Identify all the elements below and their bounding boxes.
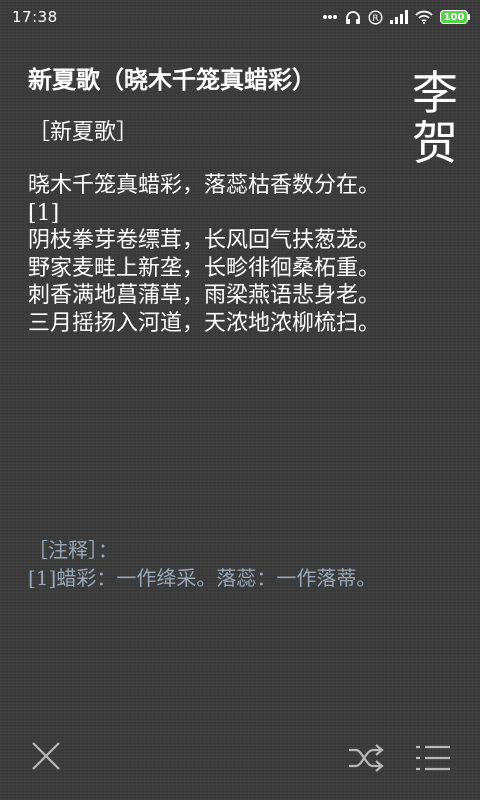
battery-icon: 100 [440, 10, 470, 24]
poem-line: 晓木千笼真蜡彩，落蕊枯香数分在。[1] [28, 173, 381, 226]
wifi-icon [415, 10, 433, 24]
registered-icon: R [368, 9, 383, 25]
notes-section: ［注释］： [1]蜡彩：一作绛采。落蕊：一作落蒂。 [28, 536, 383, 592]
dots-icon [322, 14, 338, 20]
poem-content: 新夏歌（晓木千笼真蜡彩） ［新夏歌］ 晓木千笼真蜡彩，落蕊枯香数分在。[1] 阴… [28, 64, 383, 337]
poem-line: 阴枝拳芽卷缥茸，长风回气扶葱茏。 [28, 228, 381, 253]
list-menu-icon [416, 745, 450, 771]
battery-level: 100 [440, 10, 468, 24]
list-menu-button[interactable] [412, 738, 454, 778]
shuffle-icon [349, 744, 384, 772]
signal-icon [390, 10, 408, 24]
close-icon [32, 742, 60, 770]
note-item: [1]蜡彩：一作绛采。落蕊：一作落蒂。 [28, 566, 377, 590]
svg-text:R: R [372, 14, 378, 24]
author-name: 李贺 [412, 66, 458, 170]
notes-label: ［注释］： [28, 538, 118, 562]
poem-line: 三月摇扬入河道，天浓地浓柳梳扫。 [28, 310, 381, 336]
poem-body: 晓木千笼真蜡彩，落蕊枯香数分在。[1] 阴枝拳芽卷缥茸，长风回气扶葱茏。 野家麦… [28, 172, 383, 337]
poem-section-label: ［新夏歌］ [28, 120, 139, 145]
shuffle-button[interactable] [346, 738, 386, 778]
close-button[interactable] [26, 736, 66, 776]
poem-title: 新夏歌（晓木千笼真蜡彩） [28, 65, 316, 94]
poem-line: 刺香满地菖蒲草，雨梁燕语悲身老。 [28, 283, 381, 308]
status-bar: 17:38 R 100 [0, 0, 480, 34]
headphones-icon [345, 10, 361, 25]
status-icons: R 100 [322, 9, 470, 25]
poem-line: 野家麦畦上新垄，长畛徘徊桑柘重。 [28, 255, 381, 281]
status-time: 17:38 [12, 8, 58, 26]
